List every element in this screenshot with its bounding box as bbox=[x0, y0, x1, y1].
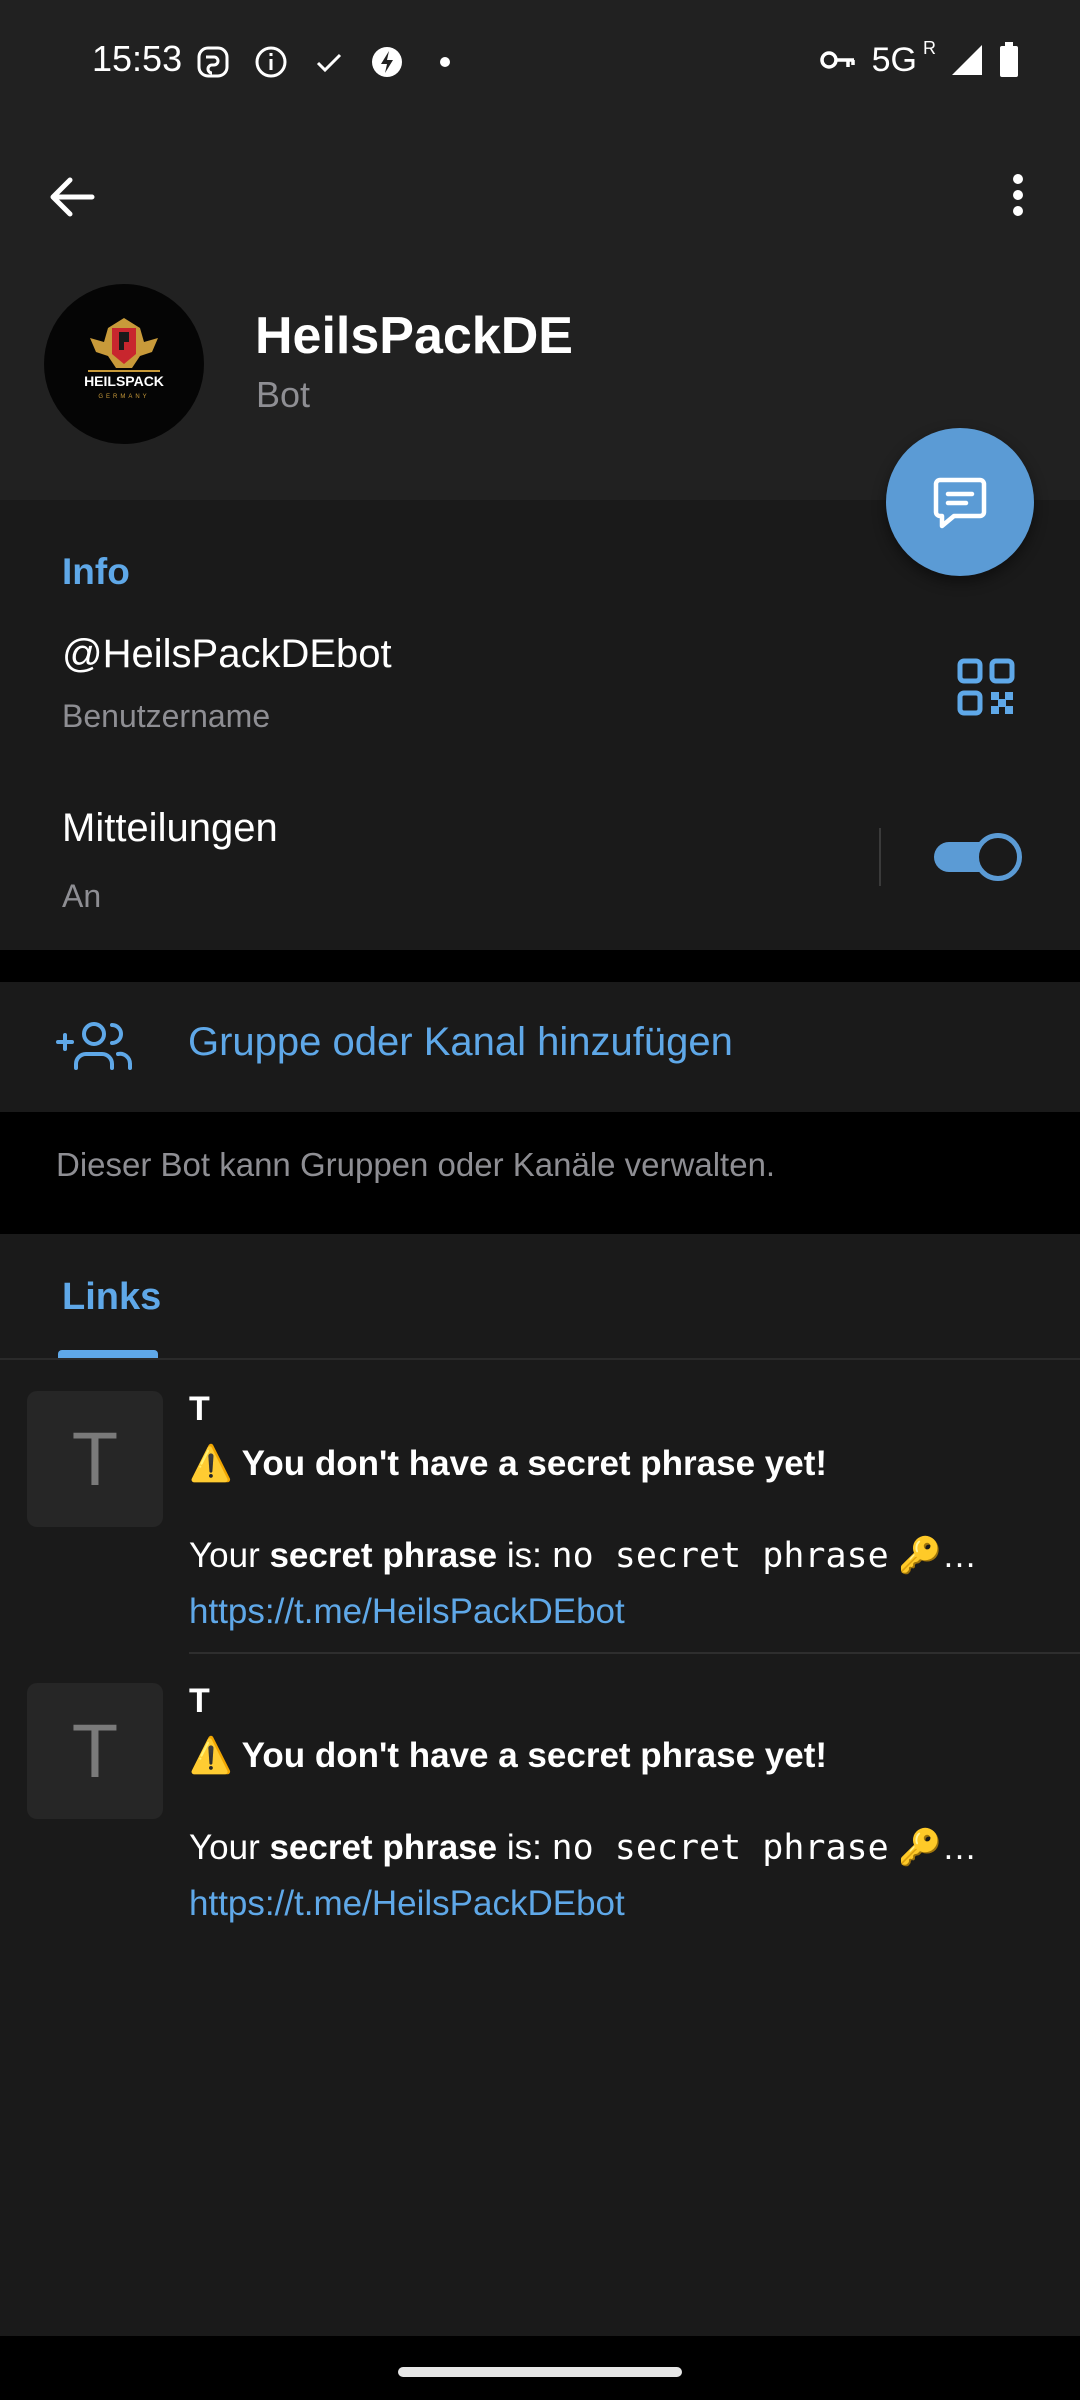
link-title: T bbox=[189, 1682, 210, 1720]
link-heading: ⚠️ You don't have a secret phrase yet! bbox=[189, 1736, 828, 1775]
roaming-indicator: R bbox=[923, 37, 936, 58]
tab-links[interactable]: Links bbox=[62, 1276, 161, 1319]
notifications-label[interactable]: Mitteilungen bbox=[62, 806, 278, 851]
link-divider bbox=[189, 1652, 1080, 1654]
back-button[interactable] bbox=[40, 165, 104, 229]
qr-code-icon bbox=[957, 658, 1015, 716]
battery-icon bbox=[1000, 42, 1018, 77]
link-url[interactable]: https://t.me/HeilsPackDEbot bbox=[189, 1592, 625, 1632]
bolt-icon bbox=[372, 47, 402, 77]
arrow-left-icon bbox=[50, 177, 95, 217]
app-notification-icon bbox=[197, 46, 229, 78]
info-icon bbox=[255, 46, 287, 78]
profile-name: HeilsPackDE bbox=[255, 307, 573, 365]
bot-info-text: Dieser Bot kann Gruppen oder Kanäle verw… bbox=[56, 1146, 776, 1183]
status-icons-right: 5G R bbox=[818, 37, 1020, 80]
add-group-icon bbox=[56, 1018, 136, 1074]
message-fab-button[interactable] bbox=[886, 428, 1034, 576]
more-options-button[interactable] bbox=[1000, 165, 1036, 229]
signal-icon bbox=[952, 45, 982, 75]
message-icon bbox=[933, 477, 987, 529]
notifications-toggle[interactable] bbox=[934, 833, 1024, 881]
link-description: Your secret phrase is: no secret phrase … bbox=[189, 1828, 978, 1868]
profile-subtitle: Bot bbox=[256, 374, 311, 415]
username-value[interactable]: @HeilsPackDEbot bbox=[62, 632, 392, 677]
link-thumbnail[interactable]: T bbox=[27, 1391, 163, 1527]
notifications-divider bbox=[879, 828, 881, 886]
gesture-nav-handle[interactable] bbox=[398, 2367, 682, 2377]
toggle-knob bbox=[974, 833, 1022, 881]
tab-indicator bbox=[58, 1350, 158, 1358]
link-thumbnail[interactable]: T bbox=[27, 1683, 163, 1819]
link-heading: ⚠️ You don't have a secret phrase yet! bbox=[189, 1444, 828, 1483]
notifications-value: An bbox=[62, 878, 102, 914]
status-icons-left bbox=[196, 42, 462, 82]
dot-icon bbox=[440, 57, 450, 67]
link-url[interactable]: https://t.me/HeilsPackDEbot bbox=[189, 1884, 625, 1924]
link-description: Your secret phrase is: no secret phrase … bbox=[189, 1536, 978, 1576]
avatar-brand-text: HEILSPACK bbox=[84, 373, 164, 389]
add-group-label[interactable]: Gruppe oder Kanal hinzufügen bbox=[188, 1020, 733, 1065]
heilspack-logo-icon: HEILSPACK GERMANY bbox=[84, 318, 164, 400]
avatar-brand-subtext: GERMANY bbox=[98, 394, 149, 400]
link-title: T bbox=[189, 1390, 210, 1428]
username-caption: Benutzername bbox=[62, 698, 271, 734]
info-section-title: Info bbox=[62, 551, 130, 592]
tab-divider bbox=[0, 1358, 1080, 1360]
status-time: 15:53 bbox=[92, 38, 183, 79]
more-vertical-icon bbox=[1013, 174, 1023, 216]
avatar[interactable]: HEILSPACK GERMANY bbox=[44, 284, 204, 444]
check-icon bbox=[316, 53, 342, 73]
qr-code-button[interactable] bbox=[955, 656, 1017, 718]
network-type: 5G bbox=[871, 40, 917, 79]
vpn-key-icon bbox=[819, 51, 855, 69]
